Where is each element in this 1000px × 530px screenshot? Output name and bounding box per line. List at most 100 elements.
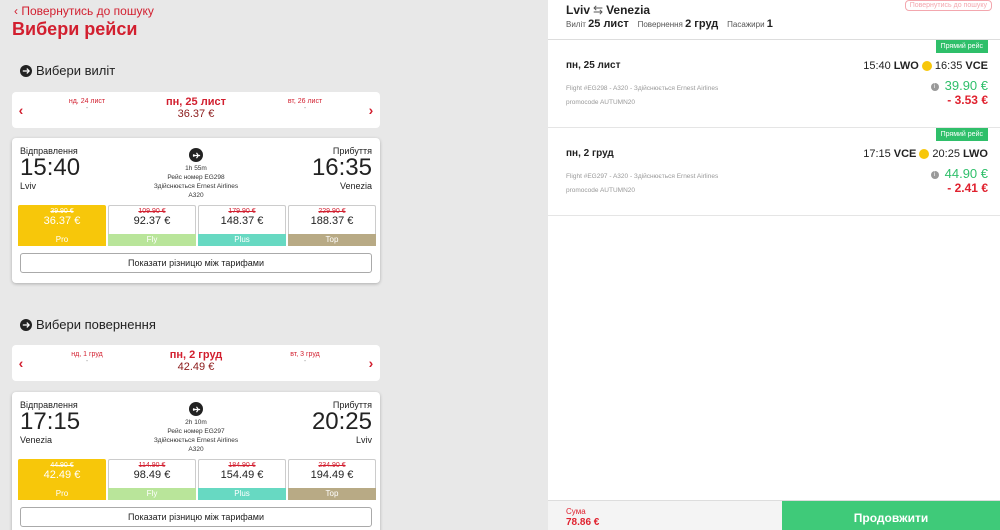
fare-price: 42.49 € <box>43 469 81 481</box>
leg-flight-info: Flight #EG297 - A320 - Здійснюється Erne… <box>566 173 719 180</box>
leg-times: 15:40 LWO 16:35 VCE <box>863 60 988 72</box>
departure-time: 17:15 <box>20 408 81 435</box>
passengers-meta-label: Пасажири <box>727 20 765 29</box>
plane-icon <box>20 64 32 77</box>
outbound-flight-card: Відправлення Прибуття 15:40 16:35 Lviv V… <box>12 138 380 283</box>
aircraft-type: A320 <box>188 192 204 199</box>
info-icon[interactable]: i <box>930 82 939 91</box>
leg-dep-code: VCE <box>893 148 917 160</box>
flight-operator: Здійснюється Ernest Airlines <box>153 183 239 190</box>
fare-old-price: 184.90 € <box>228 462 256 469</box>
arrival-city: Lviv <box>355 435 372 445</box>
flight-selection-panel: ‹ Повернутись до пошуку Вибери рейси Виб… <box>0 0 548 530</box>
section-label: Вибери повернення <box>36 317 156 332</box>
leg-price-value: 39.90 € <box>944 78 988 93</box>
plane-icon <box>20 318 32 331</box>
fare-name: Top <box>288 488 376 500</box>
back-to-search-button[interactable]: Повернутись до пошуку <box>904 0 992 11</box>
aircraft-type: A320 <box>188 446 204 453</box>
fare-plus[interactable]: 179.90 €148.37 € Plus <box>198 205 286 246</box>
return-meta-label: Повернення <box>637 20 683 29</box>
continue-button[interactable]: Продовжити <box>782 501 1000 530</box>
leg-arr-time: 16:35 <box>934 60 963 72</box>
flight-details: 2h 10m Рейс номер EG297 Здійснюється Ern… <box>152 402 240 454</box>
fare-pro[interactable]: 44.90 €42.49 € Pro <box>18 459 106 500</box>
leg-promocode: promocode AUTUMN20 <box>566 99 635 106</box>
fare-old-price: 109.90 € <box>138 208 166 215</box>
next-date-label: вт, 3 груд <box>290 351 320 358</box>
return-meta-value: 2 груд <box>685 18 719 30</box>
leg-info: Flight #EG297 - A320 - Здійснюється Erne… <box>566 170 718 198</box>
next-date-price: - <box>303 358 307 365</box>
fare-name: Pro <box>18 488 106 500</box>
plane-badge-icon <box>919 149 930 159</box>
flight-duration: 1h 55m <box>185 165 207 172</box>
leg-price: i 39.90 € - 3.53 € <box>930 78 988 107</box>
show-fare-diff-button[interactable]: Показати різницю між тарифами <box>20 507 372 527</box>
leg-promocode: promocode AUTUMN20 <box>566 187 635 194</box>
booking-summary-panel: Lviv ⇆ Venezia Виліт 25 лист Повернення 2 … <box>548 0 1000 530</box>
next-date-arrow-icon[interactable]: › <box>364 92 378 128</box>
inbound-flight-card: Відправлення Прибуття 17:15 20:25 Venezi… <box>12 392 380 530</box>
outbound-leg-summary: Прямий рейс пн, 25 лист 15:40 LWO 16:35 VCE… <box>548 40 1000 128</box>
leg-dep-time: 17:15 <box>863 148 891 160</box>
passengers-meta-value: 1 <box>766 18 773 30</box>
info-icon[interactable]: i <box>930 170 939 179</box>
inbound-leg-summary: Прямий рейс пн, 2 груд 17:15 VCE 20:25 LWO … <box>548 128 1000 216</box>
leg-price-value: 44.90 € <box>944 166 988 181</box>
fare-old-price: 229.90 € <box>318 208 346 215</box>
show-fare-diff-button[interactable]: Показати різницю між тарифами <box>20 253 372 273</box>
fare-old-price: 39.90 € <box>50 208 74 215</box>
fare-price: 154.49 € <box>220 469 264 481</box>
inbound-date-selector: ‹ нд, 1 груд - пн, 2 груд 42.49 € вт, 3 гр… <box>12 345 380 381</box>
fare-name: Pro <box>18 234 106 246</box>
flight-number: Рейс номер EG297 <box>167 428 225 435</box>
next-date[interactable]: вт, 26 лист - <box>270 98 340 112</box>
arrival-time: 20:25 <box>311 408 372 435</box>
plane-badge-icon <box>921 61 932 71</box>
fare-plus[interactable]: 184.90 €154.49 € Plus <box>198 459 286 500</box>
fare-pro[interactable]: 39.90 €36.37 € Pro <box>18 205 106 246</box>
inbound-section-title: Вибери повернення <box>20 317 156 332</box>
fare-price: 148.37 € <box>220 215 264 227</box>
flight-details: 1h 55m Рейс номер EG298 Здійснюється Ern… <box>152 148 240 200</box>
total-value: 78.86 € <box>566 517 600 528</box>
leg-discount: - 2.41 € <box>947 181 988 195</box>
next-date[interactable]: вт, 3 груд - <box>270 351 340 365</box>
leg-times: 17:15 VCE 20:25 LWO <box>863 148 988 160</box>
trip-meta: Виліт 25 лист Повернення 2 груд Пасажири… <box>566 18 773 30</box>
flight-number: Рейс номер EG298 <box>167 174 225 181</box>
next-date-arrow-icon[interactable]: › <box>364 345 378 381</box>
leg-date: пн, 2 груд <box>566 148 614 159</box>
route: Lviv ⇆ Venezia <box>566 3 650 17</box>
fare-name: Top <box>288 234 376 246</box>
leg-arr-code: LWO <box>962 148 988 160</box>
leg-arr-code: VCE <box>965 60 988 72</box>
fare-top[interactable]: 229.90 €188.37 € Top <box>288 205 376 246</box>
departure-meta-label: Виліт <box>566 20 586 29</box>
flight-operator: Здійснюється Ernest Airlines <box>153 437 239 444</box>
fare-old-price: 179.90 € <box>228 208 256 215</box>
fare-name: Fly <box>108 234 196 246</box>
next-date-label: вт, 26 лист <box>287 98 323 105</box>
arrival-time: 16:35 <box>311 154 372 181</box>
fare-name: Plus <box>198 488 286 500</box>
departure-city: Venezia <box>20 435 53 445</box>
fare-fly[interactable]: 114.90 €98.49 € Fly <box>108 459 196 500</box>
section-label: Вибери виліт <box>36 63 116 78</box>
fare-fly[interactable]: 109.90 €92.37 € Fly <box>108 205 196 246</box>
flight-duration: 2h 10m <box>185 419 207 426</box>
airplane-icon <box>189 402 203 416</box>
direct-flight-badge: Прямий рейс <box>935 128 988 141</box>
leg-info: Flight #EG298 - A320 - Здійснюється Erne… <box>566 82 718 110</box>
fare-top[interactable]: 234.90 €194.49 € Top <box>288 459 376 500</box>
route-from: Lviv <box>566 3 591 17</box>
leg-dep-code: LWO <box>893 60 919 72</box>
departure-city: Lviv <box>20 181 37 191</box>
outbound-section-title: Вибери виліт <box>20 63 115 78</box>
departure-time: 15:40 <box>20 154 81 181</box>
next-date-price: - <box>303 105 307 112</box>
arrival-city: Venezia <box>339 181 372 191</box>
back-to-search-link[interactable]: ‹ Повернутись до пошуку <box>14 4 154 18</box>
summary-footer: Сума 78.86 € Продовжити <box>548 500 1000 530</box>
